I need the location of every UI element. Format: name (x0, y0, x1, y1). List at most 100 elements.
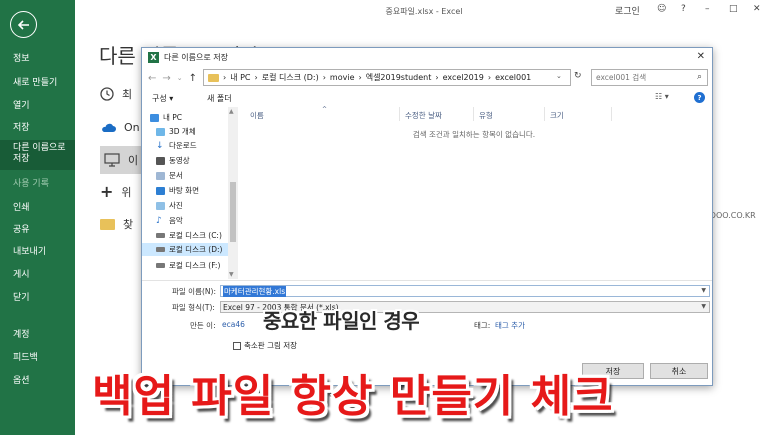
picture-icon (156, 201, 165, 210)
checkbox-box[interactable] (233, 341, 241, 350)
breadcrumb-item[interactable]: excel2019 (443, 73, 484, 82)
sort-caret-icon: ^ (322, 106, 328, 113)
nav-item-pictures[interactable]: 사진 (156, 200, 183, 211)
nav-scrollbar[interactable]: ▲ ▼ (228, 107, 238, 279)
scroll-down-icon[interactable]: ▼ (229, 271, 234, 278)
column-header-type[interactable]: 유형 (479, 110, 493, 121)
view-options-icon[interactable]: ☷ ▾ (655, 92, 669, 101)
help-icon[interactable]: ? (681, 4, 686, 14)
chevron-down-icon[interactable]: ▼ (701, 287, 706, 294)
backstage-item-account[interactable]: 계정 (0, 329, 75, 341)
nav-item-label: 음악 (169, 216, 183, 225)
chevron-down-icon[interactable]: ▼ (701, 303, 706, 310)
breadcrumb-item[interactable]: 내 PC (230, 72, 250, 83)
add-place-row[interactable]: + 위 (100, 182, 132, 201)
cancel-button[interactable]: 취소 (650, 363, 708, 379)
backstage-pane: 정보 새로 만들기 열기 저장 다른 이름으로 저장 사용 기록 인쇄 공유 내… (0, 0, 75, 435)
breadcrumb-sep-icon: › (223, 73, 227, 82)
face-icon[interactable]: ☺ (657, 4, 666, 14)
author-label: 만든 이: (190, 321, 216, 330)
maximize-icon[interactable]: □ (729, 4, 738, 14)
refresh-icon[interactable]: ↻ (574, 71, 582, 81)
filetype-label: 파일 형식(T): (172, 303, 215, 312)
nav-item-documents[interactable]: 문서 (156, 170, 183, 181)
nav-item-drive-d[interactable]: 로컬 디스크 (D:) (142, 243, 228, 256)
address-dropdown-icon[interactable]: ⌄ (556, 72, 562, 80)
nav-item-label: 동영상 (169, 156, 190, 165)
filename-input[interactable]: 마케터관리현황.xls ▼ (220, 285, 710, 297)
backstage-item-options[interactable]: 옵션 (0, 375, 75, 387)
empty-message: 검색 조건과 일치하는 항목이 없습니다. (412, 130, 536, 139)
backstage-item-new[interactable]: 새로 만들기 (0, 77, 75, 89)
backstage-item-export[interactable]: 내보내기 (0, 246, 75, 258)
scroll-thumb[interactable] (230, 182, 236, 242)
nav-item-music[interactable]: ♪ 음악 (156, 215, 183, 226)
nav-item-drive-f[interactable]: 로컬 디스크 (F:) (156, 260, 220, 271)
tag-add-link[interactable]: 태그 추가 (495, 320, 525, 331)
author-value[interactable]: eca46 (222, 320, 245, 329)
scroll-up-icon[interactable]: ▲ (229, 108, 234, 115)
backstage-item-feedback[interactable]: 피드백 (0, 352, 75, 364)
browse-row[interactable]: 찾 (100, 216, 133, 232)
recent-dropdown-icon[interactable]: ⌄ (177, 74, 183, 82)
thumbnail-checkbox[interactable]: 축소판 그림 저장 (233, 340, 297, 351)
backstage-item-save-as[interactable]: 다른 이름으로 저장 (0, 140, 75, 170)
backstage-item-save[interactable]: 저장 (0, 122, 75, 134)
nav-item-3d[interactable]: 3D 개체 (156, 126, 196, 137)
column-header-modified[interactable]: 수정한 날짜 (405, 110, 442, 121)
breadcrumb-item[interactable]: 로컬 디스크 (D:) (262, 72, 319, 83)
caption-small: 중요한 파일인 경우 (263, 309, 420, 333)
breadcrumb-sep-icon: › (358, 73, 362, 82)
backstage-item-print[interactable]: 인쇄 (0, 202, 75, 214)
dialog-close-icon[interactable]: ✕ (697, 51, 705, 62)
column-header-size[interactable]: 크기 (550, 110, 564, 121)
arrow-left-icon (17, 19, 29, 30)
nav-item-videos[interactable]: 동영상 (156, 155, 190, 166)
this-pc-row[interactable]: 이 (100, 146, 142, 174)
organize-button[interactable]: 구성 ▾ (152, 93, 173, 104)
backstage-item-close[interactable]: 닫기 (0, 292, 75, 304)
browse-label: 찾 (123, 218, 134, 231)
clock-icon (100, 87, 114, 101)
add-place-label: 위 (121, 185, 132, 199)
folder-icon (100, 218, 115, 230)
help-icon[interactable]: ? (694, 92, 705, 103)
nav-item-this-pc[interactable]: 내 PC (150, 112, 182, 123)
nav-item-downloads[interactable]: ↓ 다운로드 (156, 140, 197, 151)
onedrive-row[interactable]: On (100, 121, 140, 134)
backstage-item-share[interactable]: 공유 (0, 224, 75, 236)
this-pc-label: 이 (128, 154, 139, 167)
minimize-icon[interactable]: – (705, 4, 710, 14)
recent-row[interactable]: 최 (100, 86, 132, 102)
backstage-item-publish[interactable]: 게시 (0, 269, 75, 281)
backstage-item-open[interactable]: 열기 (0, 100, 75, 112)
computer-icon (150, 113, 159, 122)
music-icon: ♪ (156, 215, 162, 226)
caption-big: 백업 파일 항상 만들기 체크 (92, 371, 614, 422)
nav-item-drive-c[interactable]: 로컬 디스크 (C:) (156, 230, 222, 241)
cube-icon (156, 127, 165, 136)
address-bar[interactable]: › 내 PC › 로컬 디스크 (D:) › movie › 엑셀2019stu… (203, 69, 571, 86)
breadcrumb-sep-icon: › (322, 73, 326, 82)
forward-arrow-icon[interactable]: → (162, 73, 170, 84)
search-input[interactable]: excel001 검색 ⌕ (591, 69, 708, 86)
drive-icon (156, 247, 165, 252)
nav-item-desktop[interactable]: 바탕 화면 (156, 185, 199, 196)
download-icon: ↓ (156, 140, 164, 151)
close-icon[interactable]: ✕ (753, 4, 761, 14)
breadcrumb-item[interactable]: movie (330, 73, 355, 82)
back-button[interactable] (10, 11, 37, 38)
column-header-name[interactable]: 이름 (250, 110, 264, 121)
breadcrumb-item[interactable]: 엑셀2019student (366, 72, 432, 83)
column-separator (544, 107, 545, 121)
sign-in-link[interactable]: 로그인 (615, 4, 640, 17)
back-arrow-icon[interactable]: ← (148, 73, 156, 84)
nav-item-label: 3D 개체 (169, 127, 196, 136)
recent-label: 최 (122, 88, 133, 101)
new-folder-button[interactable]: 새 폴더 (207, 93, 232, 104)
backstage-item-info[interactable]: 정보 (0, 53, 75, 65)
onedrive-label: On (124, 121, 140, 134)
up-arrow-icon[interactable]: ↑ (189, 73, 197, 84)
breadcrumb-item[interactable]: excel001 (495, 73, 531, 82)
backstage-item-history[interactable]: 사용 기록 (0, 178, 75, 190)
